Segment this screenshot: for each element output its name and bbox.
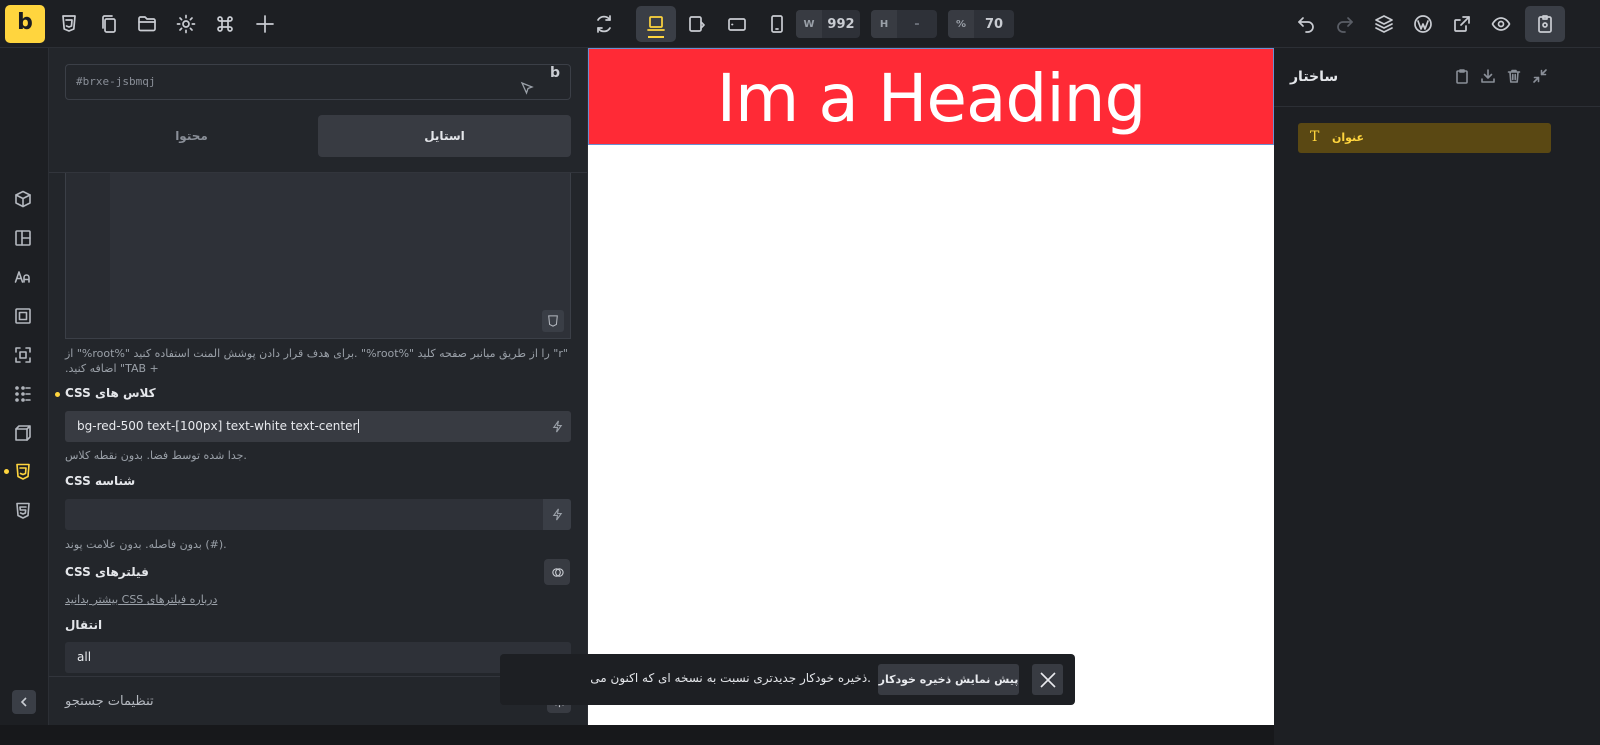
zoom-value[interactable]: 70 xyxy=(974,10,1014,38)
top-toolbar: b W 992 H - % 70 xyxy=(0,0,1600,48)
css-filters-button[interactable] xyxy=(544,559,570,585)
preview-canvas[interactable]: Im a Heading xyxy=(588,48,1274,725)
settings-tabs: محتوا استایل xyxy=(65,115,571,157)
transform-cube-icon[interactable] xyxy=(14,424,34,444)
settings-gear-icon[interactable] xyxy=(172,10,200,38)
element-badge: b xyxy=(549,65,560,81)
css-editor-expand-button[interactable] xyxy=(542,310,564,332)
css3-icon[interactable] xyxy=(14,463,34,483)
cursor-pointer-icon[interactable] xyxy=(520,75,534,95)
text-icon: T xyxy=(1310,129,1320,145)
filter-blend-icon xyxy=(551,567,564,577)
css-id-input[interactable] xyxy=(65,499,571,530)
canvas-height-field[interactable]: H - xyxy=(871,10,937,38)
trash-icon[interactable] xyxy=(1506,68,1524,86)
heading-element[interactable]: Im a Heading xyxy=(588,48,1274,145)
preview-eye-icon[interactable] xyxy=(1487,10,1515,38)
external-link-icon[interactable] xyxy=(1448,10,1476,38)
breakpoint-tablet-icon[interactable] xyxy=(723,10,751,38)
dynamic-data-bolt-icon[interactable] xyxy=(543,411,571,442)
close-notification-button[interactable] xyxy=(1032,664,1063,695)
builder-app: b W 992 H - % 70 #brxe-jsbmqj b محتوا اس… xyxy=(0,0,1600,745)
folder-icon[interactable] xyxy=(133,10,161,38)
css-filters-learn-more-link[interactable]: بیشتر بدانید CSS درباره فیلترهای xyxy=(65,593,217,606)
css-classes-help: .جدا شده توسط فضا. بدون نقطه کلاس xyxy=(65,449,247,462)
preview-autosave-button[interactable]: پیش نمایش ذخیره خودکار xyxy=(878,664,1019,695)
search-settings-label[interactable]: تنظیمات جستجو xyxy=(65,694,154,709)
css-help-text: "r" را از طریق میانبر صفحه کلید "%root%"… xyxy=(65,347,568,375)
wordpress-icon[interactable] xyxy=(1409,10,1437,38)
tree-item-heading[interactable]: T عنوان xyxy=(1298,123,1551,153)
transition-input[interactable]: all xyxy=(65,642,571,673)
tab-content[interactable]: محتوا xyxy=(65,115,318,157)
logo-button[interactable]: b xyxy=(5,5,45,43)
zoom-field[interactable]: % 70 xyxy=(948,10,1014,38)
collapse-arrows-icon[interactable] xyxy=(1532,68,1550,86)
breakpoint-mobile-icon[interactable] xyxy=(763,10,791,38)
css3-icon xyxy=(548,315,558,327)
breakpoint-laptop-icon[interactable] xyxy=(636,6,676,42)
sizing-icon[interactable] xyxy=(14,346,34,366)
layers-icon[interactable] xyxy=(1370,10,1398,38)
structure-title: ساختار xyxy=(1290,69,1339,85)
text-cursor xyxy=(358,419,360,433)
modified-indicator-dot xyxy=(55,392,60,397)
element-id-field[interactable]: #brxe-jsbmqj b xyxy=(65,64,571,100)
autosave-message: .ذخیره خودکار جدیدتری نسبت به نسخه ای که… xyxy=(590,671,871,685)
canvas-width-field[interactable]: W 992 xyxy=(796,10,860,38)
tree-item-label: عنوان xyxy=(1332,131,1365,144)
autosave-notification: .ذخیره خودکار جدیدتری نسبت به نسخه ای که… xyxy=(500,654,1075,705)
height-label: H xyxy=(871,10,897,38)
typography-icon[interactable] xyxy=(14,268,34,288)
layout-icon[interactable] xyxy=(14,229,34,249)
width-label: W xyxy=(796,10,822,38)
spacing-icon[interactable] xyxy=(14,307,34,327)
transition-value: all xyxy=(77,650,92,664)
left-icon-rail xyxy=(0,48,49,745)
structure-divider xyxy=(1274,106,1600,107)
css-classes-input[interactable]: bg-red-500 text-[100px] text-white text-… xyxy=(65,411,571,442)
css-classes-value: bg-red-500 text-[100px] text-white text-… xyxy=(77,419,358,433)
close-icon xyxy=(1039,671,1056,688)
collapse-panel-button[interactable] xyxy=(12,690,36,714)
add-plus-icon[interactable] xyxy=(251,10,279,38)
css3-icon[interactable] xyxy=(55,10,83,38)
tab-style[interactable]: استایل xyxy=(318,115,571,157)
css-classes-label: CSS کلاس های xyxy=(65,386,156,400)
grid-dots-icon[interactable] xyxy=(14,385,34,405)
structure-panel: ساختار T عنوان xyxy=(1274,48,1600,745)
transition-label: انتقال xyxy=(65,618,103,632)
clipboard-icon[interactable] xyxy=(1454,68,1472,86)
css-filters-label: CSS فیلترهای xyxy=(65,565,149,579)
structure-panel-toggle-icon[interactable] xyxy=(1525,6,1565,42)
refresh-icon[interactable] xyxy=(590,10,618,38)
redo-icon[interactable] xyxy=(1331,10,1359,38)
chevron-left-icon xyxy=(20,697,27,707)
custom-css-editor[interactable] xyxy=(65,173,571,339)
element-settings-panel: #brxe-jsbmqj b محتوا استایل "r" را از طر… xyxy=(49,48,588,745)
html5-icon[interactable] xyxy=(14,502,34,522)
dynamic-data-bolt-icon[interactable] xyxy=(543,499,571,530)
command-icon[interactable] xyxy=(211,10,239,38)
element-id-text: #brxe-jsbmqj xyxy=(76,75,156,88)
css-id-label: CSS شناسه xyxy=(65,474,136,488)
download-icon[interactable] xyxy=(1480,68,1498,86)
cube-icon[interactable] xyxy=(14,190,34,210)
undo-icon[interactable] xyxy=(1292,10,1320,38)
active-indicator-dot xyxy=(4,469,9,474)
code-gutter xyxy=(66,173,110,338)
height-value[interactable]: - xyxy=(897,10,937,38)
zoom-label: % xyxy=(948,10,974,38)
css-id-help: .(#) بدون فاصله. بدون علامت پوند xyxy=(65,538,227,551)
width-value[interactable]: 992 xyxy=(822,10,860,38)
breakpoint-tablet-landscape-icon[interactable] xyxy=(683,10,711,38)
pages-icon[interactable] xyxy=(95,10,123,38)
